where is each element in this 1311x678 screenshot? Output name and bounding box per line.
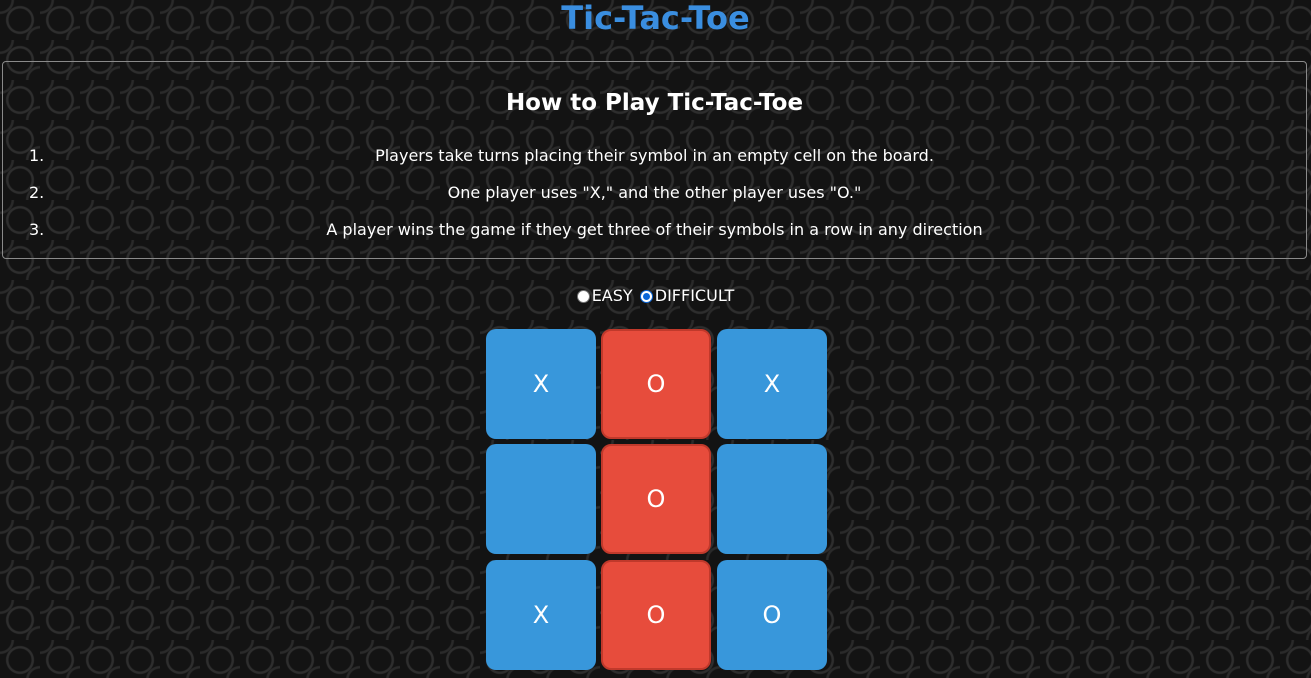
board-cell-7[interactable]: O [601, 560, 711, 670]
rule-text: One player uses "X," and the other playe… [447, 183, 862, 202]
difficulty-selector: EASY DIFFICULT [0, 285, 1311, 309]
rules-heading: How to Play Tic-Tac-Toe [505, 90, 804, 116]
easy-radio[interactable] [576, 289, 590, 303]
board-cell-4[interactable]: O [601, 444, 711, 554]
board-cell-0[interactable]: X [486, 329, 596, 439]
easy-label: EASY [591, 286, 633, 305]
difficulty-option-difficult[interactable]: DIFFICULT [639, 285, 735, 307]
game-title: Tic-Tac-Toe [561, 0, 750, 37]
board-cell-6[interactable]: X [486, 560, 596, 670]
board-cell-3[interactable] [486, 444, 596, 554]
rule-item: 1. Players take turns placing their symb… [3, 144, 1306, 168]
board-cell-1[interactable]: O [601, 329, 711, 439]
difficult-label: DIFFICULT [654, 286, 735, 305]
game-board: X O X O X O O [486, 329, 827, 670]
difficulty-option-easy[interactable]: EASY [576, 285, 633, 307]
board-cell-8[interactable]: O [717, 560, 827, 670]
board-cell-5[interactable] [717, 444, 827, 554]
rule-item: 3. A player wins the game if they get th… [3, 218, 1306, 242]
board-cell-2[interactable]: X [717, 329, 827, 439]
rules-panel: How to Play Tic-Tac-Toe 1. Players take … [2, 61, 1307, 259]
difficult-radio[interactable] [639, 289, 653, 303]
rule-item: 2. One player uses "X," and the other pl… [3, 181, 1306, 205]
rule-text: Players take turns placing their symbol … [375, 146, 934, 165]
rule-text: A player wins the game if they get three… [326, 220, 983, 239]
